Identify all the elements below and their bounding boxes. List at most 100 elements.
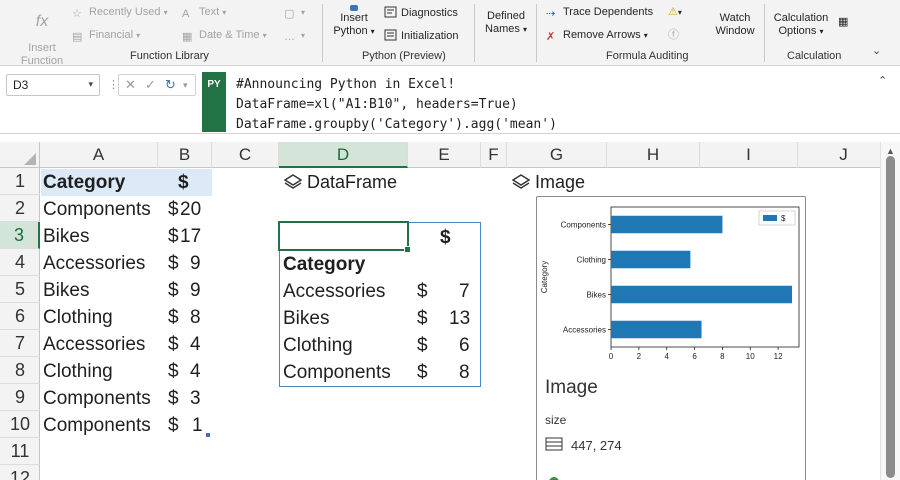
- column-header-a[interactable]: A: [40, 142, 158, 168]
- fx-icon: fx: [35, 13, 49, 30]
- row-header[interactable]: 7: [0, 330, 40, 357]
- enter-icon[interactable]: ✓: [145, 77, 156, 93]
- cell-b4[interactable]: 9: [190, 250, 201, 277]
- ribbon-separator: [474, 4, 475, 62]
- vertical-scrollbar[interactable]: ▲: [880, 142, 900, 480]
- x-tick-label: 4: [664, 352, 669, 361]
- active-cell-d3[interactable]: [278, 221, 411, 253]
- scrollbar-thumb[interactable]: [886, 156, 895, 478]
- recently-used-button[interactable]: ☆ Recently Used ▾: [72, 6, 168, 20]
- name-box[interactable]: D3 ▾: [6, 74, 100, 96]
- cell-a4[interactable]: Accessories: [43, 250, 145, 277]
- python-output-icon[interactable]: ↻: [165, 77, 176, 93]
- row-header[interactable]: 5: [0, 276, 40, 303]
- initialization-button[interactable]: Initialization: [384, 29, 458, 43]
- y-tick-label: Accessories: [563, 326, 606, 335]
- size-label: size: [545, 413, 567, 427]
- cell-b3[interactable]: 17: [180, 223, 201, 250]
- insert-function-button[interactable]: fx Insert Function: [16, 2, 68, 68]
- text-functions-button[interactable]: A Text ▾: [182, 6, 226, 20]
- evaluate-formula-button[interactable]: ⓕ: [668, 29, 679, 42]
- cell-b8[interactable]: 4: [190, 358, 201, 385]
- cell-b1[interactable]: $: [178, 169, 189, 196]
- cell-b9[interactable]: 3: [190, 385, 201, 412]
- column-header-i[interactable]: I: [700, 142, 798, 168]
- image-card[interactable]: Accessories Bikes Clothing Components 0 2 4 6 8 1…: [536, 196, 806, 480]
- dataframe-row-currency: $: [417, 308, 428, 329]
- row-header[interactable]: 1: [0, 168, 40, 195]
- date-time-button[interactable]: ▦ Date & Time ▾: [182, 29, 267, 43]
- cancel-icon[interactable]: ✕: [125, 77, 136, 93]
- more-functions-icon: …: [284, 31, 295, 43]
- cell-b5[interactable]: 9: [190, 277, 201, 304]
- row-header[interactable]: 12: [0, 465, 40, 480]
- column-header-b[interactable]: B: [158, 142, 212, 168]
- row-header[interactable]: 11: [0, 438, 40, 465]
- cell-b4-currency: $: [168, 253, 179, 274]
- cell-b2[interactable]: 20: [180, 196, 201, 223]
- chevron-down-icon: ▾: [301, 8, 306, 17]
- formula-input[interactable]: #Announcing Python in Excel! DataFrame=x…: [236, 75, 557, 135]
- cell-b10[interactable]: 1: [192, 412, 203, 439]
- ribbon-separator: [536, 4, 537, 62]
- cell-a6[interactable]: Clothing: [43, 304, 113, 331]
- cell-a10[interactable]: Components: [43, 412, 151, 439]
- row-header[interactable]: 9: [0, 384, 40, 411]
- defined-names-button[interactable]: Defined Names ▾: [480, 10, 532, 36]
- formula-auditing-label: Formula Auditing: [606, 50, 689, 62]
- scroll-up-icon[interactable]: ▲: [886, 146, 895, 156]
- cell-a7[interactable]: Accessories: [43, 331, 145, 358]
- row-header[interactable]: 4: [0, 249, 40, 276]
- row-header[interactable]: 3: [0, 222, 40, 249]
- python-preview-label: Python (Preview): [362, 50, 446, 62]
- y-tick-label: Bikes: [586, 291, 606, 300]
- select-all-button[interactable]: [0, 142, 40, 168]
- chevron-down-icon: ▾: [262, 31, 267, 40]
- watch-window-button[interactable]: Watch Window: [710, 12, 760, 38]
- error-checking-button[interactable]: ⚠▾: [668, 6, 682, 19]
- diagnostics-icon: [384, 6, 397, 18]
- chevron-down-icon: ▾: [677, 8, 682, 17]
- dataframe-row-value: 7: [459, 281, 470, 302]
- dataframe-title: DataFrame: [284, 172, 397, 193]
- collapse-formula-bar-icon[interactable]: ⌃: [878, 74, 887, 87]
- collapse-ribbon-icon[interactable]: ⌄: [872, 44, 881, 57]
- financial-button[interactable]: ▤ Financial ▾: [72, 29, 140, 43]
- row-header[interactable]: 10: [0, 411, 40, 438]
- row-header[interactable]: 8: [0, 357, 40, 384]
- trace-dependents-button[interactable]: ⇢ Trace Dependents: [546, 6, 653, 20]
- cell-a5[interactable]: Bikes: [43, 277, 89, 304]
- cell-b7[interactable]: 4: [190, 331, 201, 358]
- lookup-icon: ▢: [284, 8, 295, 20]
- chevron-down-icon: ▾: [88, 79, 93, 89]
- remove-arrows-button[interactable]: ✗ Remove Arrows ▾: [546, 29, 648, 43]
- column-header-j[interactable]: J: [798, 142, 880, 168]
- row-header[interactable]: 2: [0, 195, 40, 222]
- dataframe-row-value: 6: [459, 335, 470, 356]
- x-tick-label: 6: [692, 352, 697, 361]
- diagnostics-button[interactable]: Diagnostics: [384, 6, 458, 20]
- cell-a9[interactable]: Components: [43, 385, 151, 412]
- cell-a8[interactable]: Clothing: [43, 358, 113, 385]
- column-header-g[interactable]: G: [507, 142, 607, 168]
- column-header-d[interactable]: D: [279, 142, 408, 168]
- calculate-now-button[interactable]: ▦: [838, 16, 848, 29]
- cell-a2[interactable]: Components: [43, 196, 151, 223]
- layers-icon: [284, 174, 302, 189]
- insert-python-button[interactable]: Insert Python ▾: [330, 4, 378, 38]
- lookup-button[interactable]: ▢ ▾: [284, 6, 305, 20]
- dataframe-row-category: Clothing: [283, 335, 353, 356]
- cell-a3[interactable]: Bikes: [43, 223, 89, 250]
- row-header[interactable]: 6: [0, 303, 40, 330]
- card-heading: Image: [545, 377, 598, 398]
- chevron-down-icon[interactable]: ▾: [183, 80, 188, 91]
- range-fill-handle: [206, 433, 210, 437]
- column-header-f[interactable]: F: [481, 142, 507, 168]
- calculation-options-button[interactable]: Calculation Options ▾: [770, 12, 832, 38]
- column-header-h[interactable]: H: [607, 142, 700, 168]
- column-header-e[interactable]: E: [408, 142, 481, 168]
- more-functions-button[interactable]: … ▾: [284, 29, 305, 43]
- dataframe-value-header: $: [440, 227, 451, 248]
- cell-b6[interactable]: 8: [190, 304, 201, 331]
- column-header-c[interactable]: C: [212, 142, 279, 168]
